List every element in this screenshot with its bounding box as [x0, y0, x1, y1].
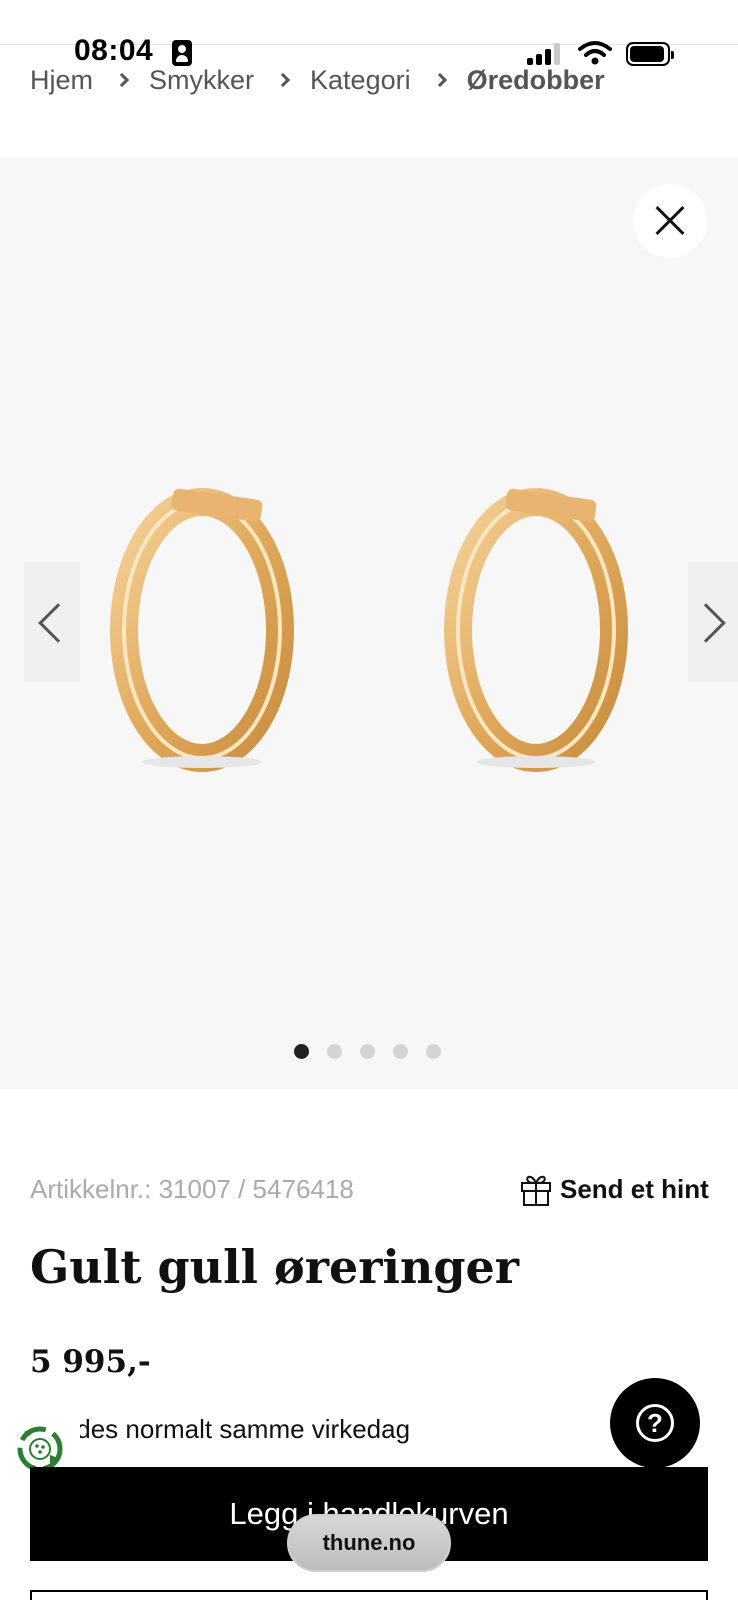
gift-icon — [521, 1175, 551, 1206]
chevron-right-icon — [432, 72, 447, 88]
question-mark-icon: ? — [636, 1404, 674, 1442]
send-hint-label: Send et hint — [560, 1173, 709, 1204]
breadcrumb-category[interactable]: Kategori — [310, 65, 411, 96]
secondary-action-button[interactable] — [30, 1590, 708, 1600]
breadcrumb: Hjem Smykker Kategori Øredobber — [30, 62, 605, 98]
battery-icon — [626, 42, 674, 66]
chevron-right-icon — [686, 603, 726, 643]
previous-image-button[interactable] — [24, 562, 80, 682]
article-number: Artikkelnr.: 31007 / 5476418 — [30, 1174, 354, 1204]
browser-url-pill[interactable]: thune.no — [287, 1514, 451, 1572]
product-title: Gult gull øreringer — [30, 1240, 520, 1294]
close-gallery-button[interactable] — [633, 184, 707, 258]
breadcrumb-jewelry[interactable]: Smykker — [149, 65, 254, 96]
gallery-dot[interactable] — [393, 1044, 408, 1059]
breadcrumb-earrings: Øredobber — [466, 64, 605, 95]
chevron-left-icon — [38, 603, 78, 643]
chevron-right-icon — [275, 72, 291, 88]
gold-hoop-earrings-image — [110, 488, 628, 772]
chevron-right-icon — [114, 72, 130, 88]
gallery-pagination — [294, 1044, 441, 1059]
help-button[interactable]: ? — [610, 1378, 700, 1468]
delivery-info: Sendes normalt samme virkedag — [30, 1414, 411, 1444]
gallery-dot[interactable] — [426, 1044, 441, 1059]
breadcrumb-home[interactable]: Hjem — [30, 65, 93, 96]
gallery-dot[interactable] — [327, 1044, 342, 1059]
gallery-dot[interactable] — [294, 1044, 309, 1059]
product-price: 5 995,- — [30, 1344, 151, 1380]
send-hint-button[interactable]: Send et hint — [520, 1172, 709, 1206]
next-image-button[interactable] — [686, 562, 738, 682]
gallery-dot[interactable] — [360, 1044, 375, 1059]
